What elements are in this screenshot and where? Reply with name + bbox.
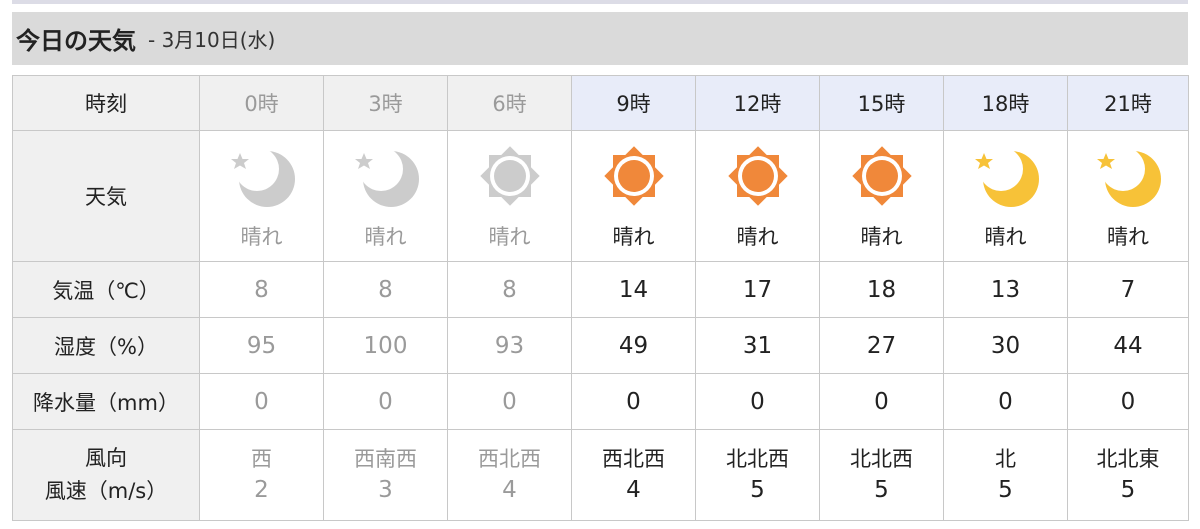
time-row: 時刻 0時 3時 6時 9時 12時 15時 18時 21時 [12, 75, 1189, 131]
weather-cell: 晴れ [1067, 130, 1189, 262]
time-cell: 6時 [447, 75, 572, 131]
page-date: - 3月10日(水) [148, 28, 276, 52]
humidity-cell: 100 [323, 317, 448, 374]
wind-direction: 北 [995, 447, 1016, 471]
wind-speed: 5 [874, 477, 889, 503]
row-label-wind: 風向 風速（m/s） [12, 429, 200, 521]
wind-direction: 北北西 [726, 447, 789, 471]
time-cell: 18時 [943, 75, 1068, 131]
row-label-precipitation: 降水量（mm） [12, 373, 200, 430]
weather-label: 晴れ [1107, 225, 1149, 249]
time-cell: 12時 [695, 75, 820, 131]
row-label-time: 時刻 [12, 75, 200, 131]
wind-speed: 5 [1120, 477, 1136, 503]
wind-direction: 西北西 [602, 447, 665, 471]
wind-direction: 西南西 [354, 447, 417, 471]
wind-cell: 北北西 5 [819, 429, 944, 521]
weather-label: 晴れ [488, 225, 531, 249]
wind-speed: 5 [750, 477, 765, 503]
weather-label: 晴れ [612, 225, 655, 249]
wind-cell: 北北東 5 [1067, 429, 1189, 521]
temperature-cell: 8 [323, 261, 448, 318]
moon-star-icon [324, 141, 447, 215]
precipitation-cell: 0 [943, 373, 1068, 430]
temperature-cell: 7 [1067, 261, 1189, 318]
temperature-row: 気温（℃） 8 8 8 14 17 18 13 7 [12, 261, 1189, 318]
section-header: 今日の天気 - 3月10日(水) [12, 12, 1188, 65]
humidity-cell: 30 [943, 317, 1068, 374]
row-label-wind-speed: 風速（m/s） [44, 479, 168, 503]
weather-cell: 晴れ [695, 130, 820, 262]
wind-direction: 北北西 [850, 447, 913, 471]
weather-table: 時刻 0時 3時 6時 9時 12時 15時 18時 21時 天気 晴れ 晴れ … [12, 75, 1189, 521]
time-cell: 15時 [819, 75, 944, 131]
wind-speed: 4 [626, 477, 641, 503]
temperature-cell: 8 [199, 261, 324, 318]
humidity-cell: 95 [199, 317, 324, 374]
temperature-cell: 14 [571, 261, 696, 318]
humidity-cell: 93 [447, 317, 572, 374]
weather-label: 晴れ [984, 225, 1027, 249]
moon-star-icon [1068, 141, 1188, 215]
weather-cell: 晴れ [943, 130, 1068, 262]
temperature-cell: 8 [447, 261, 572, 318]
page-title: 今日の天気 [16, 27, 136, 55]
row-label-weather: 天気 [12, 130, 200, 262]
wind-cell: 西南西 3 [323, 429, 448, 521]
row-label-temperature: 気温（℃） [12, 261, 200, 318]
wind-cell: 西2 [199, 429, 324, 521]
weather-cell: 晴れ [819, 130, 944, 262]
wind-cell: 西北西 4 [571, 429, 696, 521]
weather-row: 天気 晴れ 晴れ 晴れ 晴れ 晴れ 晴れ 晴れ 晴れ [12, 130, 1189, 262]
precipitation-cell: 0 [199, 373, 324, 430]
weather-cell: 晴れ [571, 130, 696, 262]
humidity-cell: 49 [571, 317, 696, 374]
wind-speed: 2 [254, 477, 269, 503]
weather-cell: 晴れ [447, 130, 572, 262]
precipitation-cell: 0 [447, 373, 572, 430]
precipitation-cell: 0 [695, 373, 820, 430]
weather-label: 晴れ [860, 225, 903, 249]
wind-speed: 3 [378, 477, 393, 503]
sun-icon [448, 141, 571, 215]
humidity-row: 湿度（%） 95 100 93 49 31 27 30 44 [12, 317, 1189, 374]
weather-label: 晴れ [240, 225, 283, 249]
top-divider [12, 0, 1188, 4]
time-cell: 3時 [323, 75, 448, 131]
temperature-cell: 13 [943, 261, 1068, 318]
time-cell: 21時 [1067, 75, 1189, 131]
precipitation-cell: 0 [571, 373, 696, 430]
humidity-cell: 44 [1067, 317, 1189, 374]
humidity-cell: 27 [819, 317, 944, 374]
time-cell: 0時 [199, 75, 324, 131]
wind-cell: 北北西 5 [695, 429, 820, 521]
wind-direction: 西 [251, 447, 272, 471]
precipitation-cell: 0 [323, 373, 448, 430]
moon-star-icon [944, 141, 1067, 215]
wind-direction: 北北東 [1096, 447, 1160, 471]
wind-speed: 5 [998, 477, 1013, 503]
temperature-cell: 17 [695, 261, 820, 318]
weather-cell: 晴れ [323, 130, 448, 262]
moon-star-icon [200, 141, 323, 215]
row-label-wind-direction: 風向 [85, 446, 127, 470]
wind-cell: 北5 [943, 429, 1068, 521]
precipitation-row: 降水量（mm） 0 0 0 0 0 0 0 0 [12, 373, 1189, 430]
precipitation-cell: 0 [819, 373, 944, 430]
sun-icon [572, 141, 695, 215]
temperature-cell: 18 [819, 261, 944, 318]
wind-direction: 西北西 [478, 447, 541, 471]
humidity-cell: 31 [695, 317, 820, 374]
wind-row: 風向 風速（m/s） 西2 西南西 3 西北西 4 西北西 4 北北西 5 北北西 5 北… [12, 429, 1189, 521]
precipitation-cell: 0 [1067, 373, 1189, 430]
weather-cell: 晴れ [199, 130, 324, 262]
time-cell: 9時 [571, 75, 696, 131]
sun-icon [696, 141, 819, 215]
weather-label: 晴れ [364, 225, 407, 249]
wind-speed: 4 [502, 477, 517, 503]
weather-label: 晴れ [736, 225, 779, 249]
sun-icon [820, 141, 943, 215]
row-label-humidity: 湿度（%） [12, 317, 200, 374]
wind-cell: 西北西 4 [447, 429, 572, 521]
